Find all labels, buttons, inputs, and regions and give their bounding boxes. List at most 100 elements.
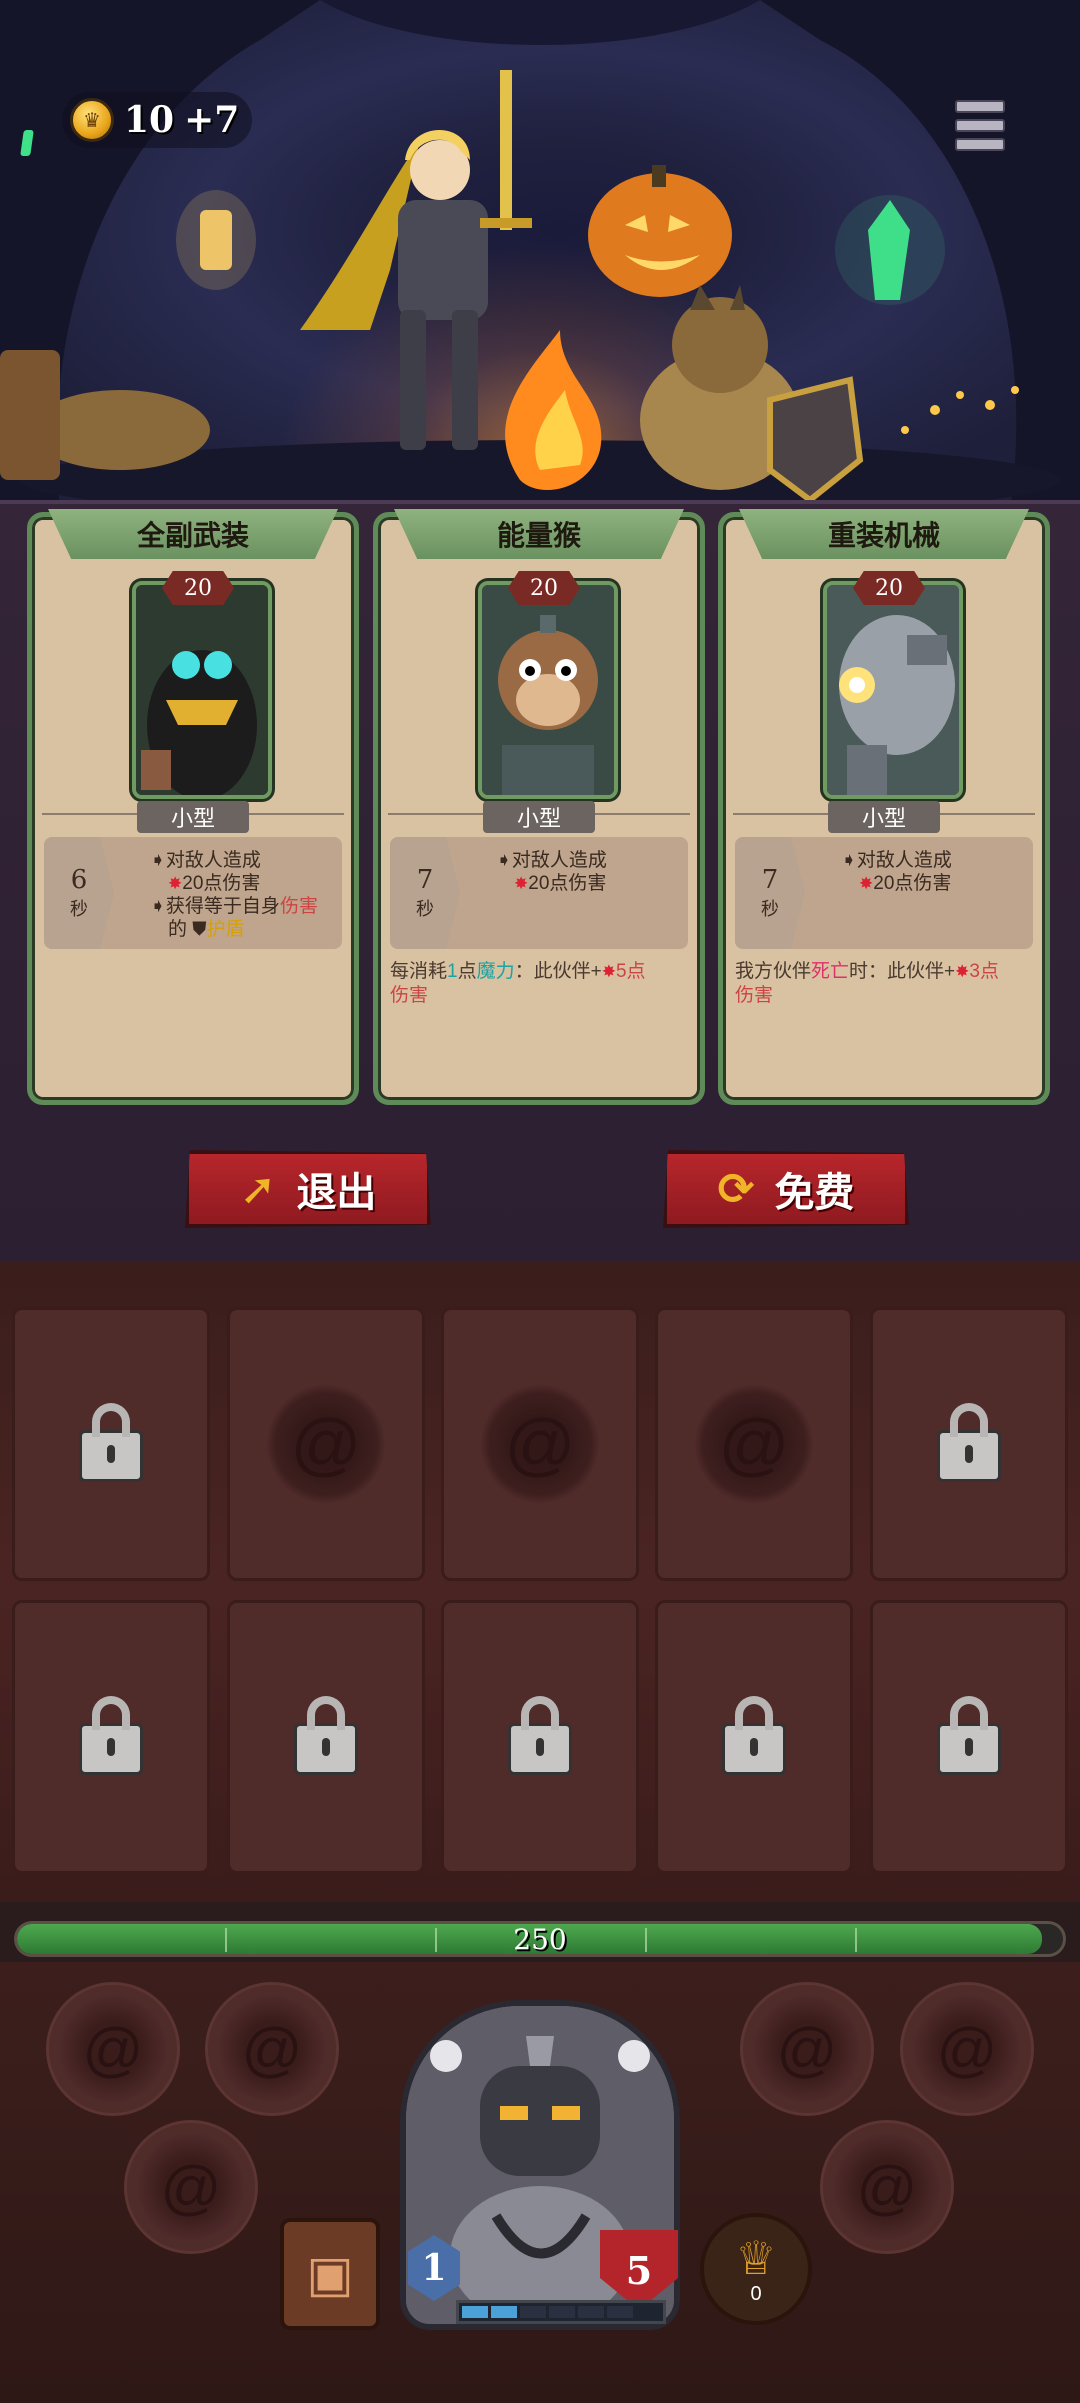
card-title-banner: 全副武装	[48, 509, 338, 559]
exit-button-label: 退出	[296, 1171, 377, 1215]
companion-card-3[interactable]: 重装机械 20 小型 7 秒 ➧对敌人造成 ✸20点伤害 我方伙伴死亡时：此伙伴…	[718, 509, 1050, 1105]
free-refresh-button[interactable]: ⟳ 免费	[663, 1150, 909, 1228]
crown-coin-icon: ♛	[70, 98, 114, 142]
swirl-icon: @	[266, 1384, 386, 1504]
passive-keyword: 魔力	[476, 961, 515, 982]
board-slot-locked[interactable]	[870, 1600, 1068, 1874]
arrow-icon: ➧	[841, 850, 857, 871]
passive-part: 时：此伙伴+	[849, 961, 956, 982]
passive-text: 每消耗1点魔力：此伙伴+✸5点 伤害	[390, 960, 700, 1008]
effect-box: 7 秒 ➧对敌人造成 ✸20点伤害	[390, 837, 688, 949]
damage-icon: ✸	[955, 962, 970, 981]
passive-part: 我方伙伴	[735, 961, 812, 982]
backpack-icon[interactable]: ▣	[280, 2218, 380, 2330]
passive-value: 5点	[615, 961, 646, 982]
timer-value: 7	[761, 865, 779, 895]
cooldown-timer: 6 秒	[44, 837, 114, 949]
board-slot-locked[interactable]	[655, 1600, 853, 1874]
board-slot-locked[interactable]	[441, 1600, 639, 1874]
effect-damage: 20点伤害	[182, 873, 261, 894]
equipment-slot[interactable]: @	[205, 1982, 339, 2116]
swirl-icon: @	[936, 2015, 998, 2083]
passive-part: 点	[457, 961, 477, 982]
cooldown-timer: 7 秒	[735, 837, 805, 949]
effect-line: 获得等于自身	[165, 896, 280, 917]
menu-icon[interactable]	[955, 100, 1005, 151]
effect-line: 对敌人造成	[856, 850, 952, 871]
passive-part: 伤害	[390, 985, 429, 1006]
equipment-slot[interactable]: @	[820, 2120, 954, 2254]
board-slot-locked[interactable]	[12, 1307, 210, 1581]
board-slot-empty[interactable]: @	[441, 1307, 639, 1581]
equipment-slot[interactable]: @	[900, 1982, 1034, 2116]
companion-card-1[interactable]: 全副武装 20 小型 6 秒 ➧对敌人造成 ✸20点伤害 ➧获得等于自身伤害 的…	[27, 509, 359, 1105]
xp-segment	[607, 2306, 633, 2318]
timer-value: 7	[416, 865, 434, 895]
board-slot-locked[interactable]	[12, 1600, 210, 1874]
equipment-slot[interactable]: @	[46, 1982, 180, 2116]
timer-unit: 秒	[70, 899, 88, 919]
passive-value: 3点	[969, 961, 999, 982]
hp-value: 250	[513, 1922, 567, 1956]
hp-bar: 250	[14, 1921, 1066, 1957]
effect-text: ➧对敌人造成 ✸20点伤害 ➧获得等于自身伤害 的 ⛊护盾	[150, 849, 318, 941]
xp-segment	[549, 2306, 575, 2318]
free-button-label: 免费	[774, 1171, 855, 1215]
shield-icon: ⛊	[192, 919, 207, 940]
board-slot-locked[interactable]	[870, 1307, 1068, 1581]
coin-value: 10	[124, 99, 175, 141]
swirl-icon: @	[160, 2153, 222, 2221]
arrow-icon: ➧	[150, 896, 166, 917]
passive-text: 我方伙伴死亡时：此伙伴+✸3点 伤害	[735, 960, 1045, 1008]
damage-icon: ✸	[168, 874, 183, 893]
timer-value: 6	[70, 865, 88, 895]
xp-segment	[491, 2306, 517, 2318]
cave-background	[0, 0, 1080, 510]
lock-icon	[79, 1403, 143, 1482]
card-title: 全副武装	[136, 520, 249, 551]
exit-button[interactable]: ➚ 退出	[185, 1150, 431, 1228]
companion-card-2[interactable]: 能量猴 20 小型 7 秒 ➧对敌人造成 ✸20点伤害 每消耗1点魔力：此伙伴+…	[373, 509, 705, 1105]
level-badge: 20	[508, 571, 580, 605]
damage-icon: ✸	[514, 874, 529, 893]
card-title-banner: 能量猴	[394, 509, 684, 559]
lock-icon	[294, 1696, 358, 1775]
swirl-icon: @	[241, 2015, 303, 2083]
board-slot-empty[interactable]: @	[655, 1307, 853, 1581]
trophy-button[interactable]: ♕ 0	[700, 2213, 812, 2325]
card-title-banner: 重装机械	[739, 509, 1029, 559]
level-badge: 20	[162, 571, 234, 605]
board-slot-empty[interactable]: @	[227, 1307, 425, 1581]
lock-icon	[937, 1403, 1001, 1482]
size-tag: 小型	[483, 801, 595, 833]
effect-text: ➧对敌人造成 ✸20点伤害	[496, 849, 607, 895]
effect-keyword: 护盾	[206, 919, 245, 940]
campfire-scene: ♛ 10 +7	[0, 0, 1080, 510]
lock-icon	[79, 1696, 143, 1775]
equipment-slot[interactable]: @	[740, 1982, 874, 2116]
swirl-icon: @	[856, 2153, 918, 2221]
xp-segment	[462, 2306, 488, 2318]
passive-part: 每消耗	[390, 961, 448, 982]
board-slot-locked[interactable]	[227, 1600, 425, 1874]
xp-segment	[578, 2306, 604, 2318]
exit-arrow-icon: ➚	[239, 1164, 277, 1214]
swirl-icon: @	[694, 1384, 814, 1504]
effect-box: 7 秒 ➧对敌人造成 ✸20点伤害	[735, 837, 1033, 949]
swirl-icon: @	[82, 2015, 144, 2083]
effect-damage: 20点伤害	[873, 873, 952, 894]
trophy-icon: ♕	[735, 2231, 777, 2284]
companion-portrait	[823, 581, 963, 799]
level-badge: 20	[853, 571, 925, 605]
effect-text: ➧对敌人造成 ✸20点伤害	[841, 849, 952, 895]
cooldown-timer: 7 秒	[390, 837, 460, 949]
trophy-count: 0	[750, 2282, 762, 2305]
damage-icon: ✸	[601, 962, 616, 981]
passive-keyword: 1	[447, 961, 458, 982]
swirl-icon: @	[480, 1384, 600, 1504]
damage-icon: ✸	[859, 874, 874, 893]
size-tag: 小型	[137, 801, 249, 833]
size-tag: 小型	[828, 801, 940, 833]
equipment-slot[interactable]: @	[124, 2120, 258, 2254]
card-title: 能量猴	[496, 520, 581, 551]
